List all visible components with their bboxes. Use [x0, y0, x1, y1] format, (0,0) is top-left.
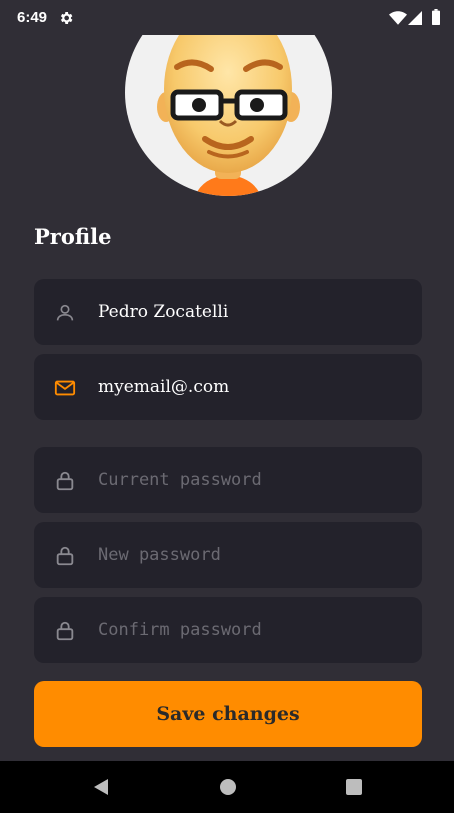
- current-password-placeholder: Current password: [98, 470, 262, 490]
- wifi-icon: [389, 11, 407, 25]
- new-password-placeholder: New password: [98, 545, 221, 565]
- current-password-field[interactable]: Current password: [34, 447, 422, 513]
- lock-icon: [56, 546, 74, 566]
- new-password-field[interactable]: New password: [34, 522, 422, 588]
- name-field[interactable]: Pedro Zocatelli: [34, 279, 422, 345]
- confirm-password-placeholder: Confirm password: [98, 620, 262, 640]
- save-changes-button[interactable]: Save changes: [34, 681, 422, 747]
- page-title: Profile: [34, 224, 112, 249]
- confirm-password-field[interactable]: Confirm password: [34, 597, 422, 663]
- lock-icon: [56, 621, 74, 641]
- profile-screen: 6:49 Profile Pedro Zocatelli myemail@.co…: [0, 0, 454, 813]
- home-icon[interactable]: [218, 777, 238, 797]
- status-bar: 6:49: [0, 0, 454, 35]
- email-field[interactable]: myemail@.com: [34, 354, 422, 420]
- gear-icon: [60, 12, 73, 24]
- back-icon[interactable]: [91, 777, 111, 797]
- email-value: myemail@.com: [98, 377, 230, 397]
- status-time: 6:49: [17, 9, 48, 26]
- mail-icon: [54, 380, 76, 396]
- recents-icon[interactable]: [344, 777, 364, 797]
- signal-icon: [408, 11, 422, 25]
- person-icon: [56, 304, 74, 321]
- name-value: Pedro Zocatelli: [98, 302, 229, 322]
- lock-icon: [56, 471, 74, 491]
- system-nav-bar: [0, 761, 454, 813]
- battery-icon: [432, 9, 440, 25]
